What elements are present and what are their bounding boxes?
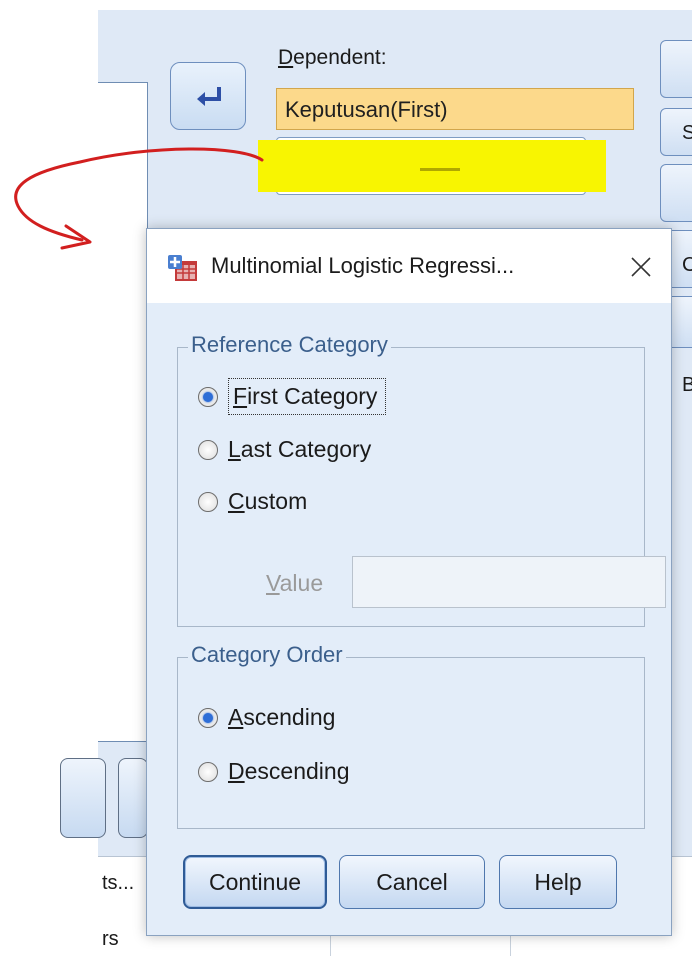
radio-button[interactable] — [198, 707, 218, 728]
grid-cell: rs — [102, 928, 119, 950]
radio-label: Custom — [228, 488, 308, 514]
close-icon — [631, 257, 651, 277]
help-button[interactable]: Help — [499, 855, 617, 909]
dependent-label: Dependent: — [278, 46, 387, 69]
side-button-3[interactable] — [660, 164, 692, 222]
radio-descending[interactable]: Descending — [198, 758, 349, 785]
radio-first-category[interactable]: First Category — [198, 378, 387, 415]
yellow-redaction-highlight — [258, 140, 606, 192]
radio-label: First Category — [228, 378, 387, 415]
reference-category-group: Reference Category First Category Last C… — [177, 332, 666, 627]
radio-label: Ascending — [228, 704, 336, 730]
side-button-1[interactable] — [660, 40, 692, 98]
spss-app-icon — [168, 255, 197, 281]
radio-button[interactable] — [198, 439, 218, 460]
cancel-button[interactable]: Cancel — [339, 855, 485, 909]
bottom-button-left[interactable] — [60, 758, 106, 838]
dialog-title: Multinomial Logistic Regressi... — [211, 253, 515, 278]
radio-label-rest: scending — [243, 704, 336, 730]
reference-category-dialog: Multinomial Logistic Regressi... Referen… — [146, 228, 672, 936]
value-label-rest: alue — [279, 570, 324, 596]
dependent-label-rest: ependent: — [293, 46, 387, 69]
bottom-button-right[interactable] — [118, 758, 148, 838]
variable-list[interactable] — [98, 82, 148, 742]
category-order-group: Category Order Ascending Descending — [177, 642, 645, 829]
radio-last-category[interactable]: Last Category — [198, 436, 371, 463]
side-button-6-letter: B — [682, 374, 692, 396]
close-button[interactable] — [621, 247, 661, 287]
move-to-dependent-button[interactable] — [170, 62, 246, 130]
radio-button[interactable] — [198, 761, 218, 782]
custom-value-input[interactable] — [352, 556, 666, 608]
radio-label-rest: ast Category — [240, 436, 372, 462]
radio-ascending[interactable]: Ascending — [198, 704, 335, 731]
side-button-4-letter: C — [682, 254, 692, 276]
radio-label: Last Category — [228, 436, 372, 462]
radio-button[interactable] — [198, 386, 218, 407]
radio-label: Descending — [228, 758, 350, 784]
category-order-title: Category Order — [188, 642, 346, 668]
redaction-mark — [420, 168, 460, 171]
dependent-field[interactable]: Keputusan(First) — [276, 88, 634, 130]
radio-label-rest: ustom — [244, 488, 308, 514]
value-label: Value — [266, 570, 324, 596]
reference-category-title: Reference Category — [188, 332, 391, 358]
radio-custom[interactable]: Custom — [198, 488, 307, 515]
radio-label-rest: irst Category — [247, 383, 378, 409]
side-button-2-letter: S — [682, 122, 692, 144]
arrow-left-icon — [197, 87, 221, 106]
dialog-titlebar[interactable]: Multinomial Logistic Regressi... — [147, 229, 671, 303]
radio-button[interactable] — [198, 491, 218, 512]
grid-cell: ts... — [102, 872, 135, 894]
continue-button[interactable]: Continue — [183, 855, 327, 909]
radio-label-rest: escending — [244, 758, 350, 784]
